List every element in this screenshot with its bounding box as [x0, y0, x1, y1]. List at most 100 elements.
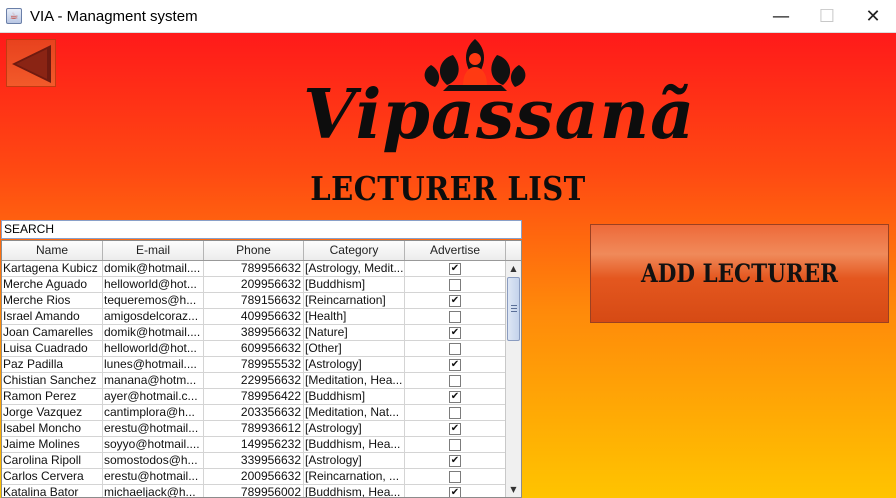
table-row[interactable]: Jaime Molines soyyo@hotmail.... 149956232[…: [2, 437, 506, 453]
cell-phone[interactable]: 229956632: [204, 373, 304, 388]
cell-category[interactable]: [Reincarnation]: [304, 293, 405, 308]
cell-name[interactable]: Merche Aguado: [2, 277, 103, 292]
advertise-checkbox[interactable]: [449, 470, 461, 483]
cell-category[interactable]: [Meditation, Nat...: [304, 405, 405, 420]
cell-phone[interactable]: 609956632: [204, 341, 304, 356]
table-row[interactable]: Merche Rios tequeremos@h... 789156632 [Rein…: [2, 293, 506, 309]
cell-phone[interactable]: 200956632: [204, 469, 304, 484]
cell-email[interactable]: michaeljack@h...: [103, 485, 204, 497]
column-header-email[interactable]: E-mail: [103, 241, 204, 260]
cell-category[interactable]: [Astrology]: [304, 421, 405, 436]
cell-phone[interactable]: 409956632: [204, 309, 304, 324]
cell-category[interactable]: [Buddhism]: [304, 277, 405, 292]
cell-phone[interactable]: 789956002: [204, 485, 304, 497]
table-row[interactable]: Luisa Cuadrado helloworld@hot... 609956632…: [2, 341, 506, 357]
cell-category[interactable]: [Astrology]: [304, 357, 405, 372]
cell-name[interactable]: Katalina Bator: [2, 485, 103, 497]
add-lecturer-button[interactable]: ADD LECTURER: [590, 224, 889, 323]
cell-phone[interactable]: 789936612: [204, 421, 304, 436]
close-button[interactable]: ✕: [850, 0, 896, 33]
scroll-down-icon[interactable]: ▼: [506, 482, 521, 497]
table-row[interactable]: Joan Camarelles domik@hotmail.... 38995663…: [2, 325, 506, 341]
cell-category[interactable]: [Health]: [304, 309, 405, 324]
cell-name[interactable]: Carolina Ripoll: [2, 453, 103, 468]
cell-category[interactable]: [Astrology, Medit...: [304, 261, 405, 276]
cell-phone[interactable]: 789956632: [204, 261, 304, 276]
cell-phone[interactable]: 389956632: [204, 325, 304, 340]
cell-name[interactable]: Jorge Vazquez: [2, 405, 103, 420]
cell-email[interactable]: amigosdelcoraz...: [103, 309, 204, 324]
cell-category[interactable]: [Buddhism]: [304, 389, 405, 404]
vertical-scrollbar[interactable]: ▲ ▼: [505, 261, 521, 497]
cell-name[interactable]: Joan Camarelles: [2, 325, 103, 340]
minimize-button[interactable]: —: [758, 0, 804, 33]
advertise-checkbox[interactable]: [449, 310, 461, 323]
cell-name[interactable]: Kartagena Kubicz: [2, 261, 103, 276]
advertise-checkbox[interactable]: [449, 342, 461, 355]
table-row[interactable]: Carolina Ripoll somostodos@h... 339956632[…: [2, 453, 506, 469]
cell-email[interactable]: lunes@hotmail....: [103, 357, 204, 372]
cell-phone[interactable]: 339956632: [204, 453, 304, 468]
cell-category[interactable]: [Nature]: [304, 325, 405, 340]
advertise-checkbox[interactable]: ✔: [449, 486, 461, 497]
back-button[interactable]: [6, 39, 56, 87]
table-row[interactable]: Merche Aguado helloworld@hot... 209956632[…: [2, 277, 506, 293]
advertise-checkbox[interactable]: ✔: [449, 390, 461, 403]
table-row[interactable]: Carlos Cervera erestu@hotmail... 200956632…: [2, 469, 506, 485]
cell-name[interactable]: Paz Padilla: [2, 357, 103, 372]
maximize-button[interactable]: ☐: [804, 0, 850, 33]
cell-name[interactable]: Israel Amando: [2, 309, 103, 324]
scrollbar-thumb[interactable]: [507, 277, 520, 341]
advertise-checkbox[interactable]: ✔: [449, 294, 461, 307]
advertise-checkbox[interactable]: [449, 374, 461, 387]
cell-email[interactable]: somostodos@h...: [103, 453, 204, 468]
column-header-category[interactable]: Category: [304, 241, 405, 260]
cell-phone[interactable]: 149956232: [204, 437, 304, 452]
advertise-checkbox[interactable]: [449, 406, 461, 419]
cell-phone[interactable]: 789156632: [204, 293, 304, 308]
cell-email[interactable]: erestu@hotmail...: [103, 469, 204, 484]
advertise-checkbox[interactable]: ✔: [449, 454, 461, 467]
cell-email[interactable]: helloworld@hot...: [103, 277, 204, 292]
table-row[interactable]: Israel Amando amigosdelcoraz... 409956632[…: [2, 309, 506, 325]
cell-category[interactable]: [Astrology]: [304, 453, 405, 468]
cell-email[interactable]: tequeremos@h...: [103, 293, 204, 308]
cell-email[interactable]: helloworld@hot...: [103, 341, 204, 356]
advertise-checkbox[interactable]: ✔: [449, 326, 461, 339]
cell-phone[interactable]: 209956632: [204, 277, 304, 292]
cell-name[interactable]: Chistian Sanchez: [2, 373, 103, 388]
cell-email[interactable]: erestu@hotmail...: [103, 421, 204, 436]
cell-email[interactable]: soyyo@hotmail....: [103, 437, 204, 452]
table-row[interactable]: Jorge Vazquez cantimplora@h... 203356632 [M…: [2, 405, 506, 421]
advertise-checkbox[interactable]: [449, 438, 461, 451]
cell-category[interactable]: [Buddhism, Hea...: [304, 437, 405, 452]
cell-email[interactable]: manana@hotm...: [103, 373, 204, 388]
table-row[interactable]: Isabel Moncho erestu@hotmail... 789936612[…: [2, 421, 506, 437]
table-row[interactable]: Katalina Bator michaeljack@h... 789956002[…: [2, 485, 506, 497]
cell-name[interactable]: Carlos Cervera: [2, 469, 103, 484]
cell-name[interactable]: Luisa Cuadrado: [2, 341, 103, 356]
scroll-up-icon[interactable]: ▲: [506, 261, 521, 276]
column-header-phone[interactable]: Phone: [204, 241, 304, 260]
cell-phone[interactable]: 789956422: [204, 389, 304, 404]
table-row[interactable]: Ramon Perez ayer@hotmail.c... 789956422 [Bu…: [2, 389, 506, 405]
cell-category[interactable]: [Buddhism, Hea...: [304, 485, 405, 497]
cell-name[interactable]: Jaime Molines: [2, 437, 103, 452]
cell-email[interactable]: domik@hotmail....: [103, 261, 204, 276]
column-header-advertise[interactable]: Advertise: [405, 241, 506, 260]
column-header-name[interactable]: Name: [2, 241, 103, 260]
search-input[interactable]: SEARCH: [1, 220, 522, 239]
cell-name[interactable]: Merche Rios: [2, 293, 103, 308]
advertise-checkbox[interactable]: ✔: [449, 422, 461, 435]
cell-email[interactable]: domik@hotmail....: [103, 325, 204, 340]
advertise-checkbox[interactable]: ✔: [449, 262, 461, 275]
cell-category[interactable]: [Other]: [304, 341, 405, 356]
table-row[interactable]: Paz Padilla lunes@hotmail.... 789955532 [As…: [2, 357, 506, 373]
advertise-checkbox[interactable]: ✔: [449, 358, 461, 371]
cell-phone[interactable]: 203356632: [204, 405, 304, 420]
cell-category[interactable]: [Reincarnation, ...: [304, 469, 405, 484]
cell-email[interactable]: ayer@hotmail.c...: [103, 389, 204, 404]
table-row[interactable]: Kartagena Kubicz domik@hotmail.... 7899566…: [2, 261, 506, 277]
cell-category[interactable]: [Meditation, Hea...: [304, 373, 405, 388]
cell-name[interactable]: Isabel Moncho: [2, 421, 103, 436]
